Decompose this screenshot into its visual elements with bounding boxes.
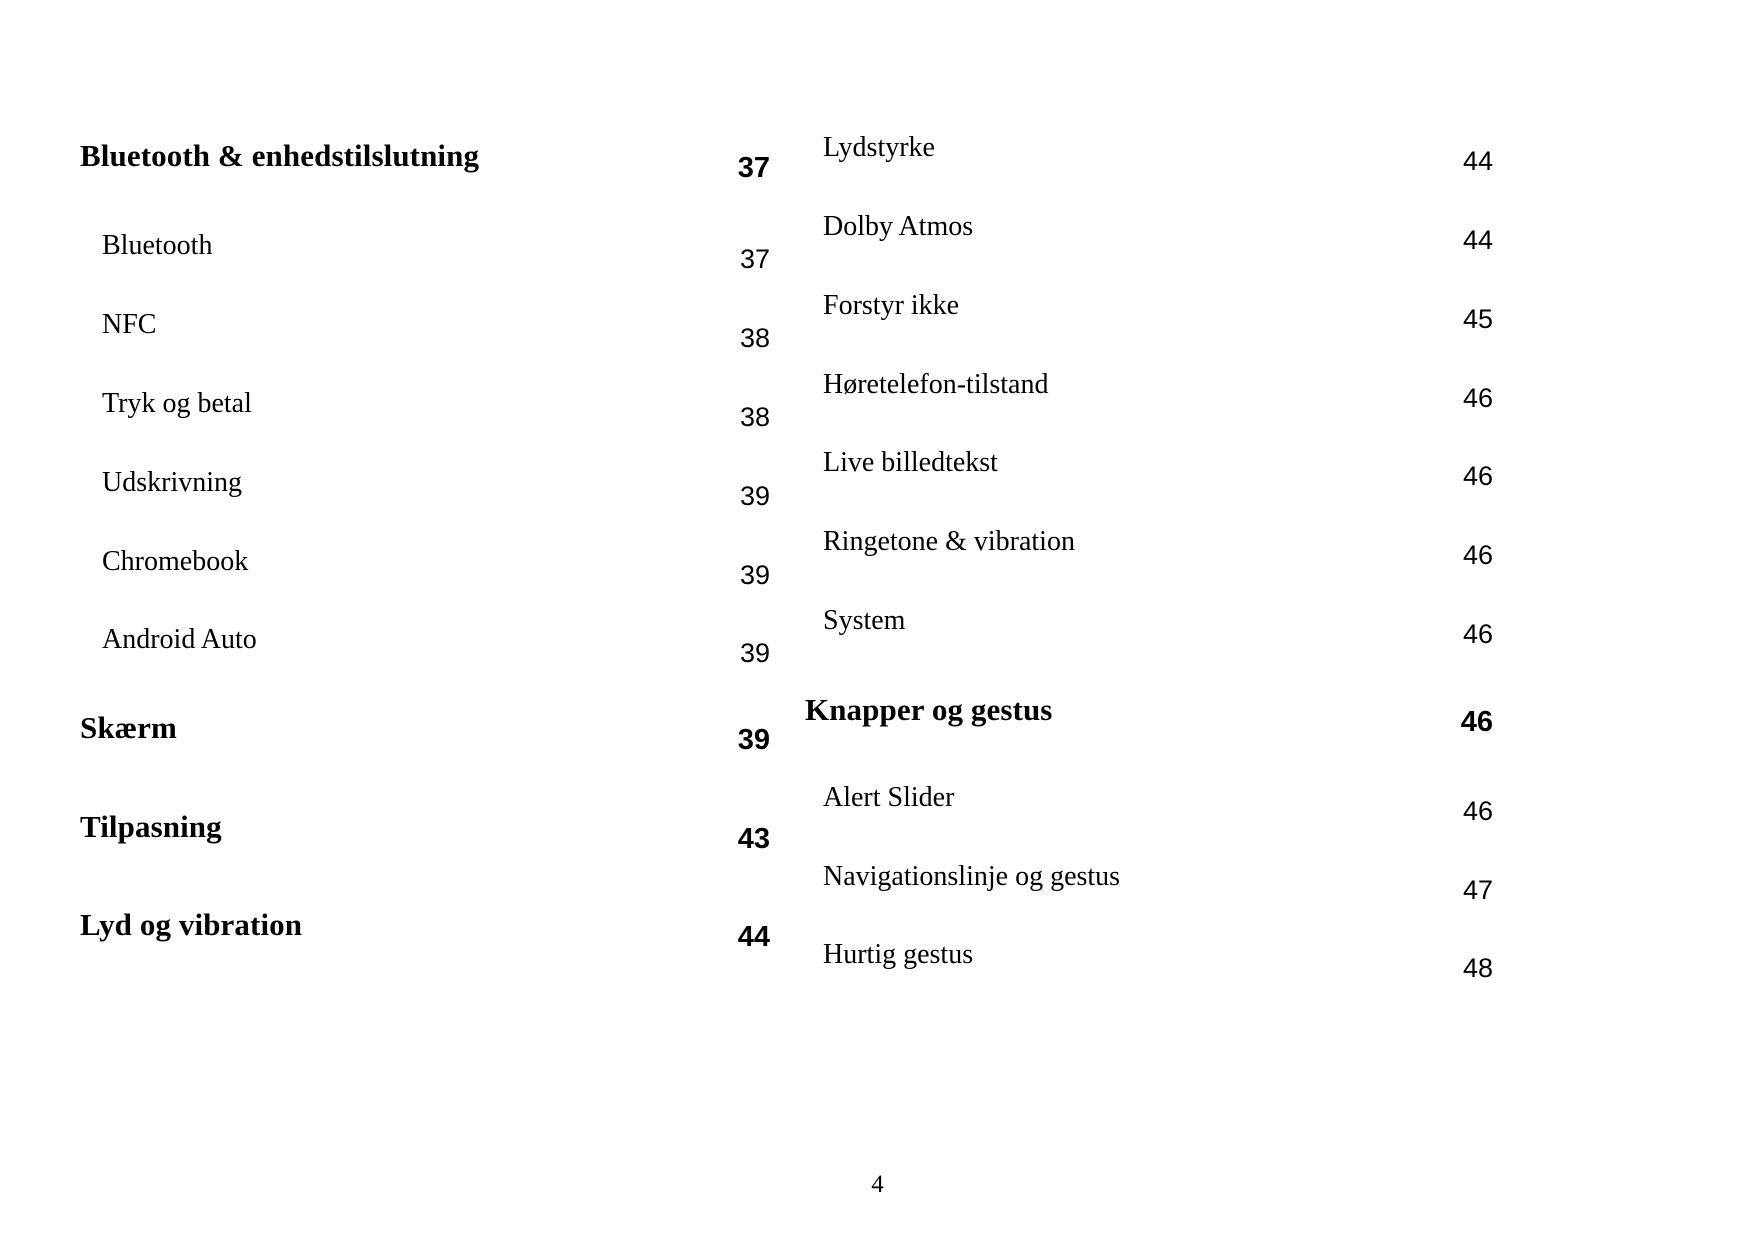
toc-entry-page-number[interactable]: 47: [1463, 877, 1493, 904]
toc-entry-title[interactable]: Knapper og gestus: [805, 694, 1052, 725]
page-footer-number: 4: [871, 1171, 884, 1198]
toc-entry-page-number[interactable]: 39: [740, 562, 770, 589]
toc-entry-page-number[interactable]: 46: [1461, 708, 1493, 737]
toc-entry-title[interactable]: System: [823, 607, 905, 635]
toc-entry-page-number[interactable]: 37: [738, 154, 770, 183]
toc-entry-page-number[interactable]: 46: [1463, 385, 1493, 412]
toc-entry-title[interactable]: Hurtig gestus: [823, 941, 973, 969]
toc-entry-title[interactable]: Forstyr ikke: [823, 292, 959, 320]
toc-entry-page-number[interactable]: 38: [740, 404, 770, 431]
toc-entry-title[interactable]: Bluetooth & enhedstilslutning: [80, 140, 479, 171]
toc-entry-title[interactable]: Chromebook: [102, 548, 248, 576]
toc-entry-page-number[interactable]: 44: [1463, 148, 1493, 175]
toc-entry-page-number[interactable]: 38: [740, 325, 770, 352]
toc-entry-page-number[interactable]: 44: [1463, 227, 1493, 254]
toc-entry-page-number[interactable]: 46: [1463, 463, 1493, 490]
toc-entry-title[interactable]: Udskrivning: [102, 469, 242, 497]
toc-entry-page-number[interactable]: 43: [738, 825, 770, 854]
toc-entry-page-number[interactable]: 46: [1463, 542, 1493, 569]
toc-entry-title[interactable]: Dolby Atmos: [823, 213, 973, 241]
toc-entry-title[interactable]: Ringetone & vibration: [823, 528, 1075, 556]
toc-entry-page-number[interactable]: 39: [740, 640, 770, 667]
toc-entry-page-number[interactable]: 39: [740, 483, 770, 510]
toc-entry-title[interactable]: Alert Slider: [823, 784, 954, 812]
toc-entry-title[interactable]: Lydstyrke: [823, 134, 935, 162]
table-of-contents-page: Bluetooth & enhedstilslutning 37 Bluetooth…: [0, 0, 1755, 1240]
toc-entry-title[interactable]: Høretelefon-tilstand: [823, 371, 1048, 399]
toc-entry-title[interactable]: Android Auto: [102, 626, 257, 654]
toc-entry-page-number[interactable]: 37: [740, 246, 770, 273]
toc-entry-page-number[interactable]: 48: [1463, 955, 1493, 982]
toc-entry-title[interactable]: Skærm: [80, 712, 177, 743]
toc-entry-page-number[interactable]: 46: [1463, 798, 1493, 825]
toc-entry-title[interactable]: Lyd og vibration: [80, 909, 302, 940]
toc-column-left: Bluetooth & enhedstilslutning 37 Bluetooth…: [80, 0, 770, 1240]
toc-entry-title[interactable]: Tryk og betal: [102, 390, 252, 418]
toc-entry-title[interactable]: Tilpasning: [80, 811, 222, 842]
toc-entry-title[interactable]: Navigationslinje og gestus: [823, 863, 1120, 891]
toc-entry-title[interactable]: Bluetooth: [102, 232, 212, 260]
toc-entry-title[interactable]: Live billedtekst: [823, 449, 998, 477]
toc-entry-page-number[interactable]: 45: [1463, 306, 1493, 333]
toc-column-right: Lydstyrke 44 Dolby Atmos 44 Forstyr ikke 45 Hø…: [805, 0, 1493, 1240]
toc-entry-page-number[interactable]: 44: [738, 923, 770, 952]
toc-entry-page-number[interactable]: 46: [1463, 621, 1493, 648]
toc-entry-page-number[interactable]: 39: [738, 726, 770, 755]
toc-entry-title[interactable]: NFC: [102, 311, 156, 339]
